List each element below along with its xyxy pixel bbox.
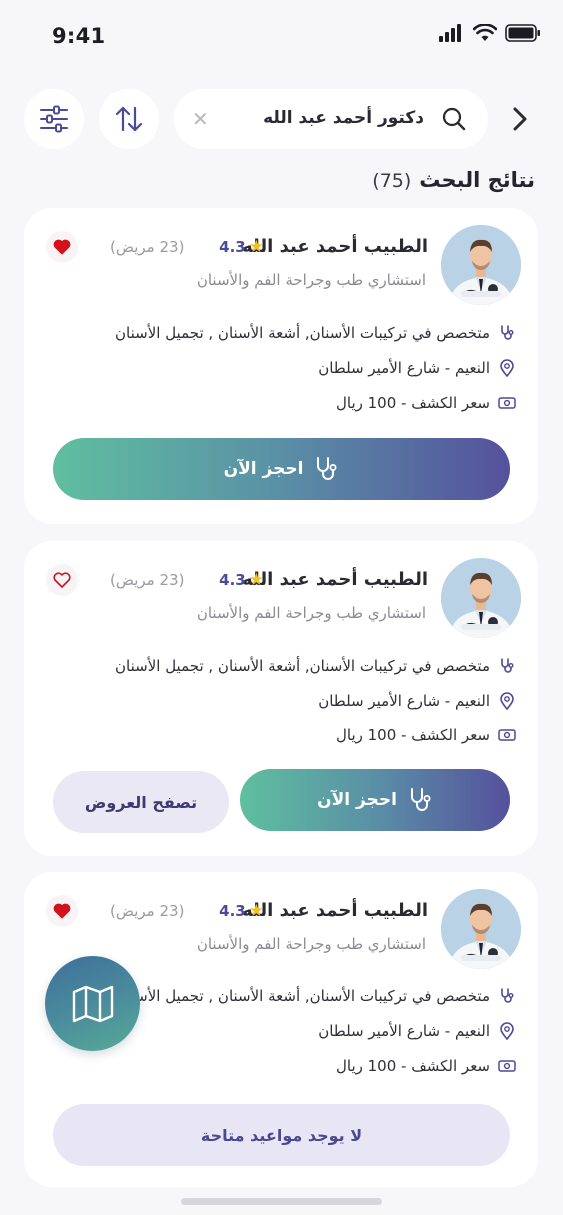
price-text: سعر الكشف - 100 ريال xyxy=(335,726,490,744)
services-row: متخصص في تركيبات الأسنان, أشعة الأسنان ,… xyxy=(115,984,516,1008)
doctor-specialty: استشاري طب وجراحة الفم والأسنان xyxy=(196,271,426,289)
status-time: 9:41 xyxy=(52,24,106,48)
battery-icon xyxy=(505,24,540,42)
location-text: النعيم - شارع الأمير سلطان xyxy=(318,359,490,377)
price-row: سعر الكشف - 100 ريال xyxy=(336,391,516,415)
stethoscope-icon xyxy=(498,987,516,1005)
browse-offers-button[interactable]: تصفح العروض xyxy=(53,771,229,833)
stethoscope-icon xyxy=(410,788,431,811)
doctor-card[interactable]: الطبيب أحمد عبد الله ★ 4.3 (23 مريض) است… xyxy=(24,541,538,856)
sort-button[interactable] xyxy=(99,89,159,149)
doctor-name[interactable]: الطبيب أحمد عبد الله xyxy=(242,569,428,590)
rating-value: 4.3 xyxy=(219,902,246,920)
map-button[interactable] xyxy=(45,956,140,1051)
browse-offers-label: تصفح العروض xyxy=(84,792,198,812)
location-row: النعيم - شارع الأمير سلطان xyxy=(318,689,516,713)
search-row: ✕ دكتور أحمد عبد الله xyxy=(0,88,563,150)
clear-icon[interactable]: ✕ xyxy=(192,109,209,129)
results-title: نتائج البحث xyxy=(419,168,535,192)
rating-value: 4.3 xyxy=(219,571,246,589)
rating: ★ 4.3 xyxy=(219,571,264,589)
patients-count: (23 مريض) xyxy=(110,571,185,589)
stethoscope-icon xyxy=(317,457,337,480)
favorite-button[interactable] xyxy=(46,564,78,596)
sliders-icon xyxy=(40,105,68,133)
no-appointments-label: لا يوجد مواعيد متاحة xyxy=(200,1125,363,1145)
location-text: النعيم - شارع الأمير سلطان xyxy=(318,1022,490,1040)
doctor-card[interactable]: الطبيب أحمد عبد الله ★ 4.3 (23 مريض) است… xyxy=(24,208,538,524)
map-icon xyxy=(72,985,113,1022)
results-count: (75) xyxy=(372,170,412,192)
search-icon xyxy=(442,107,466,131)
chevron-right-icon[interactable] xyxy=(508,106,532,132)
doctor-name[interactable]: الطبيب أحمد عبد الله xyxy=(242,236,428,257)
location-pin-icon xyxy=(498,359,516,377)
status-icons xyxy=(439,24,541,42)
book-now-button[interactable]: احجز الآن xyxy=(240,769,510,831)
location-text: النعيم - شارع الأمير سلطان xyxy=(318,692,490,710)
stethoscope-icon xyxy=(498,657,516,675)
rating: ★ 4.3 xyxy=(219,902,264,920)
status-bar: 9:41 xyxy=(0,0,563,72)
search-query: دكتور أحمد عبد الله xyxy=(263,108,424,128)
stethoscope-icon xyxy=(498,324,516,342)
no-appointments-button[interactable]: لا يوجد مواعيد متاحة xyxy=(53,1104,510,1166)
rating: ★ 4.3 xyxy=(219,238,264,256)
star-icon: ★ xyxy=(248,236,264,257)
cash-icon xyxy=(498,394,516,412)
sort-arrows-icon xyxy=(115,106,143,132)
signal-icon xyxy=(439,24,461,42)
cash-icon xyxy=(498,1057,516,1075)
rating-value: 4.3 xyxy=(219,238,246,256)
star-icon: ★ xyxy=(248,569,264,590)
services-row: متخصص في تركيبات الأسنان, أشعة الأسنان ,… xyxy=(115,654,516,678)
doctor-specialty: استشاري طب وجراحة الفم والأسنان xyxy=(196,935,426,953)
location-pin-icon xyxy=(498,1022,516,1040)
doctor-name[interactable]: الطبيب أحمد عبد الله xyxy=(242,900,428,921)
heart-icon xyxy=(53,239,71,255)
cash-icon xyxy=(498,726,516,744)
doctor-specialty: استشاري طب وجراحة الفم والأسنان xyxy=(196,604,426,622)
filter-button[interactable] xyxy=(24,89,84,149)
book-now-label: احجز الآن xyxy=(223,459,304,479)
price-text: سعر الكشف - 100 ريال xyxy=(335,1057,490,1075)
patients-count: (23 مريض) xyxy=(110,238,185,256)
book-now-button[interactable]: احجز الآن xyxy=(53,438,510,500)
book-now-label: احجز الآن xyxy=(317,790,397,810)
location-pin-icon xyxy=(498,692,516,710)
price-row: سعر الكشف - 100 ريال xyxy=(336,723,516,747)
star-icon: ★ xyxy=(248,900,264,921)
services-row: متخصص في تركيبات الأسنان, أشعة الأسنان ,… xyxy=(115,321,516,345)
patients-count: (23 مريض) xyxy=(110,902,185,920)
services-text: متخصص في تركيبات الأسنان, أشعة الأسنان ,… xyxy=(115,987,490,1005)
results-header: نتائج البحث (75) xyxy=(372,168,535,192)
heart-outline-icon xyxy=(53,572,71,588)
heart-icon xyxy=(53,903,71,919)
favorite-button[interactable] xyxy=(46,231,78,263)
location-row: النعيم - شارع الأمير سلطان xyxy=(318,1019,516,1043)
price-text: سعر الكشف - 100 ريال xyxy=(335,394,490,412)
services-text: متخصص في تركيبات الأسنان, أشعة الأسنان ,… xyxy=(115,657,490,675)
wifi-icon xyxy=(473,24,497,41)
avatar xyxy=(441,889,521,969)
services-text: متخصص في تركيبات الأسنان, أشعة الأسنان ,… xyxy=(115,324,490,342)
favorite-button[interactable] xyxy=(46,895,78,927)
search-input[interactable]: ✕ دكتور أحمد عبد الله xyxy=(174,89,488,149)
home-indicator xyxy=(181,1198,382,1205)
avatar xyxy=(441,225,521,305)
location-row: النعيم - شارع الأمير سلطان xyxy=(318,356,516,380)
avatar xyxy=(441,558,521,638)
price-row: سعر الكشف - 100 ريال xyxy=(336,1054,516,1078)
